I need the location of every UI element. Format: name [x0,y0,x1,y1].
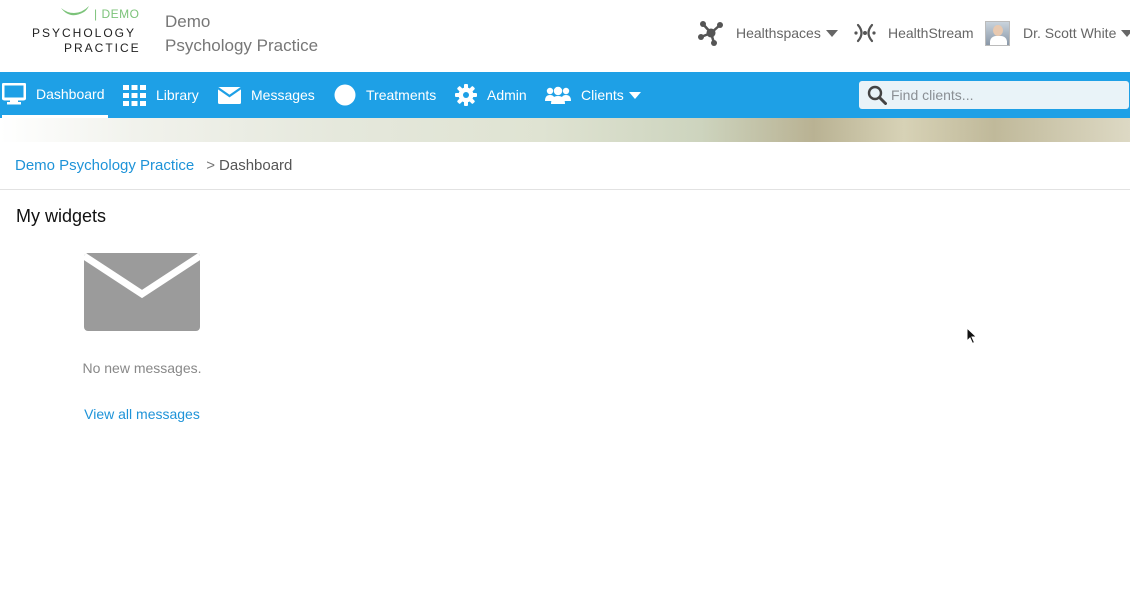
user-menu[interactable]: Dr. Scott White [985,20,1130,46]
nav-label-treatments: Treatments [366,87,437,103]
logo-text-line2: PRACTICE [64,41,141,55]
search-icon [867,85,887,105]
mouse-cursor-icon [966,327,978,345]
grid-icon [123,84,146,106]
breadcrumb-separator: > [206,157,216,174]
healthspaces-label: Healthspaces [736,25,821,41]
nav-label-clients: Clients [581,87,624,103]
envelope-icon [218,86,241,104]
healthstream-icon [854,23,876,43]
leaf-icon [61,6,89,16]
practice-title: Demo Psychology Practice [165,10,318,58]
search-input[interactable] [891,87,1121,103]
chevron-down-icon [628,91,641,99]
nav-item-clients[interactable]: Clients [545,72,641,118]
envelope-icon [84,253,200,331]
healthstream-label: HealthStream [888,25,974,41]
nav-item-library[interactable]: Library [123,72,199,118]
practice-title-line2: Psychology Practice [165,36,319,55]
healthstream-link[interactable]: HealthStream [854,20,974,46]
logo-demo-tag: | DEMO [94,7,140,21]
view-all-messages-link[interactable]: View all messages [60,406,224,422]
users-icon [545,86,571,104]
nav-item-messages[interactable]: Messages [218,72,315,118]
healthspaces-menu[interactable]: Healthspaces [698,20,838,46]
breadcrumb-link-practice[interactable]: Demo Psychology Practice [15,157,194,174]
avatar [985,20,1010,46]
nav-label-admin: Admin [487,87,527,103]
practice-logo[interactable]: | DEMO PSYCHOLOGY PRACTICE [30,6,142,58]
breadcrumb: Demo Psychology Practice > Dashboard [15,157,292,174]
practice-title-line1: Demo [165,12,211,31]
user-name: Dr. Scott White [1023,25,1117,41]
app-header: | DEMO PSYCHOLOGY PRACTICE Demo Psycholo… [0,0,1130,72]
header-banner [0,118,1130,142]
logo-text-line1: PSYCHOLOGY [32,26,137,40]
nav-label-library: Library [156,87,199,103]
breadcrumb-current: Dashboard [219,157,293,174]
page-title: My widgets [16,206,107,226]
nav-label-dashboard: Dashboard [36,85,105,102]
nav-item-admin[interactable]: Admin [455,72,527,118]
chevron-down-icon [825,29,838,37]
monitor-icon [2,82,26,105]
nav-item-dashboard[interactable]: Dashboard [2,72,108,118]
gear-icon [455,84,477,106]
circle-icon [334,84,356,106]
no-messages-text: No new messages. [82,360,202,376]
network-icon [698,20,724,46]
chevron-down-icon [1121,29,1130,37]
nav-item-treatments[interactable]: Treatments [334,72,436,118]
nav-label-messages: Messages [251,87,315,103]
divider [0,189,1130,190]
client-search[interactable] [859,81,1129,109]
